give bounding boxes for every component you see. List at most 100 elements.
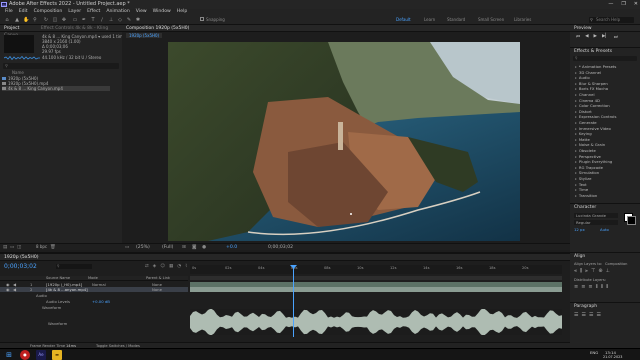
zoom-dropdown[interactable]: (25%) — [136, 245, 150, 250]
font-style-dropdown[interactable]: Regular — [574, 220, 618, 225]
paragraph-left-icon[interactable]: ☰ — [574, 312, 578, 318]
distribute-top-icon[interactable]: ≡ — [574, 284, 578, 290]
effects-category-item[interactable]: Time — [575, 187, 588, 192]
column-parent[interactable]: Parent & Link — [146, 276, 170, 281]
justify-icon[interactable]: ☰ — [596, 312, 600, 318]
column-source-name[interactable]: Source Name — [46, 276, 70, 281]
graph-editor-icon[interactable]: ⌇ — [185, 264, 187, 269]
eraser-tool-icon[interactable]: ◇ — [117, 17, 123, 23]
align-center-h-icon[interactable]: ⫼ — [580, 268, 582, 274]
maximize-button[interactable]: ❐ — [621, 0, 625, 9]
workspace-libraries[interactable]: Libraries — [514, 15, 531, 25]
effects-category-item[interactable]: RG Trapcode — [575, 165, 603, 170]
file-explorer-icon[interactable]: ▬ — [52, 350, 62, 360]
effects-category-item[interactable]: * Animation Presets — [575, 64, 617, 69]
effects-category-item[interactable]: Generate — [575, 120, 597, 125]
windows-start-icon[interactable]: ⊞ — [4, 350, 14, 360]
timeline-search-input[interactable]: ⚲ — [56, 264, 92, 269]
audio-group-label[interactable]: Audio — [36, 293, 47, 298]
align-left-icon[interactable]: ⫷ — [574, 268, 577, 274]
effects-category-item[interactable]: Boris FX Mocha — [575, 86, 608, 91]
pan-behind-tool-icon[interactable]: ✥ — [61, 17, 67, 23]
distribute-right-icon[interactable]: ⦀ — [606, 284, 608, 290]
taskbar-date[interactable]: 21.07.2023 — [603, 355, 622, 359]
rotate-tool-icon[interactable]: ↻ — [43, 17, 49, 23]
composition-timecode[interactable]: 0;00;03;02 — [268, 245, 293, 250]
effects-category-item[interactable]: Cinema 4D — [575, 98, 600, 103]
workspace-learn[interactable]: Learn — [424, 15, 435, 25]
search-help-input[interactable]: ⚲ Search Help — [589, 17, 634, 23]
effects-category-item[interactable]: Transition — [575, 193, 597, 198]
effects-category-item[interactable]: Immersive Video — [575, 126, 611, 131]
comp-flowchart-icon[interactable]: ⇄ — [145, 264, 149, 269]
motion-blur-icon[interactable]: ◔ — [177, 264, 181, 269]
audio-levels-value[interactable]: +0.00 dB — [92, 299, 110, 304]
effects-category-item[interactable]: Distort — [575, 109, 592, 114]
effects-category-item[interactable]: Color Correction — [575, 103, 610, 108]
column-mode[interactable]: Mode — [88, 276, 98, 281]
new-composition-icon[interactable]: ◫ — [17, 245, 21, 250]
effects-category-item[interactable]: Audio — [575, 75, 590, 80]
puppet-tool-icon[interactable]: ✱ — [135, 17, 141, 23]
hand-tool-icon[interactable]: ✋ — [23, 17, 29, 23]
audio-speaker-icon[interactable]: ◀ — [13, 287, 16, 292]
language-indicator[interactable]: ENG — [590, 350, 598, 355]
effects-category-item[interactable]: Perspective — [575, 154, 601, 159]
bit-depth-label[interactable]: 8 bpc — [36, 244, 47, 250]
tab-composition[interactable]: Composition 1920p (5x5H0) — [126, 26, 189, 31]
distribute-left-icon[interactable]: ⦀ — [596, 284, 598, 290]
project-item-selected[interactable]: 4k & 8 ... King Canyon.mp4 — [2, 86, 110, 91]
project-column-name[interactable]: Name — [12, 70, 24, 75]
composition-viewer[interactable] — [168, 42, 520, 241]
effects-category-item[interactable]: Blur & Sharpen — [575, 81, 608, 86]
layer-parent[interactable]: None — [152, 287, 162, 292]
grid-icon[interactable]: ⊞ — [182, 245, 186, 250]
effects-category-item[interactable]: Matte — [575, 137, 590, 142]
font-family-dropdown[interactable]: Lucinda Grande — [574, 213, 618, 218]
exposure-value[interactable]: +0.0 — [226, 245, 237, 250]
previous-frame-icon[interactable]: ◀ — [585, 34, 588, 40]
paragraph-right-icon[interactable]: ☰ — [589, 312, 593, 318]
screen-recorder-app-icon[interactable]: ● — [20, 350, 30, 360]
timeline-timecode[interactable]: 0;00;03;02 — [4, 263, 37, 270]
effects-category-item[interactable]: Stylize — [575, 176, 592, 181]
draft-3d-icon[interactable]: ◈ — [153, 264, 156, 269]
align-right-icon[interactable]: ⫸ — [585, 268, 588, 274]
frame-blending-icon[interactable]: ▦ — [169, 264, 173, 269]
distribute-bottom-icon[interactable]: ≡ — [588, 284, 592, 290]
align-bottom-icon[interactable]: ⊥ — [606, 268, 610, 274]
workspace-small-screen[interactable]: Small Screen — [478, 15, 504, 25]
effects-category-item[interactable]: Keying — [575, 131, 592, 136]
clone-stamp-tool-icon[interactable]: ⊥ — [108, 17, 114, 23]
layer-row-2[interactable]: ◉ ◀ 2 [4k & 8 ...anyon.mp4] None — [0, 287, 188, 292]
close-button[interactable]: ✕ — [634, 0, 638, 9]
snapping-checkbox[interactable] — [200, 17, 204, 21]
show-channel-icon[interactable]: ● — [202, 245, 206, 250]
align-top-icon[interactable]: ⊤ — [591, 268, 595, 274]
stroke-color-swatch[interactable] — [627, 216, 636, 225]
workspace-default[interactable]: Default — [396, 15, 411, 25]
tab-timeline-comp[interactable]: 1920p (5x5H0) — [4, 254, 39, 261]
trash-icon[interactable]: 🗑 — [50, 245, 56, 250]
effects-category-item[interactable]: Obsolete — [575, 148, 596, 153]
align-center-v-icon[interactable]: ⊕ — [598, 268, 602, 274]
type-tool-icon[interactable]: T — [90, 17, 96, 23]
effects-category-item[interactable]: Text — [575, 182, 587, 187]
resolution-dropdown[interactable]: (Full) — [162, 245, 173, 250]
playhead[interactable] — [293, 267, 294, 337]
roto-brush-tool-icon[interactable]: ✎ — [126, 17, 132, 23]
effects-category-item[interactable]: Simulation — [575, 170, 599, 175]
align-target-dropdown[interactable]: Composition — [605, 262, 627, 266]
home-icon[interactable]: ⌂ — [4, 17, 10, 23]
effects-category-item[interactable]: Plugin Everything — [575, 159, 612, 164]
visibility-eye-icon[interactable]: ◉ — [6, 287, 10, 292]
time-ruler[interactable]: 0s02s04s06s08s10s12s14s16s18s20s — [190, 265, 562, 274]
effects-category-item[interactable]: Noise & Grain — [575, 142, 605, 147]
layer-name[interactable]: [4k & 8 ...anyon.mp4] — [46, 287, 88, 292]
interpret-footage-icon[interactable]: ▤ — [3, 245, 7, 250]
last-frame-icon[interactable]: ⏭ — [614, 34, 618, 40]
workspace-standard[interactable]: Standard — [447, 15, 465, 25]
brush-tool-icon[interactable]: ∕ — [99, 17, 105, 23]
zoom-tool-icon[interactable]: ⚲ — [32, 17, 38, 23]
rectangle-tool-icon[interactable]: ▭ — [72, 17, 78, 23]
